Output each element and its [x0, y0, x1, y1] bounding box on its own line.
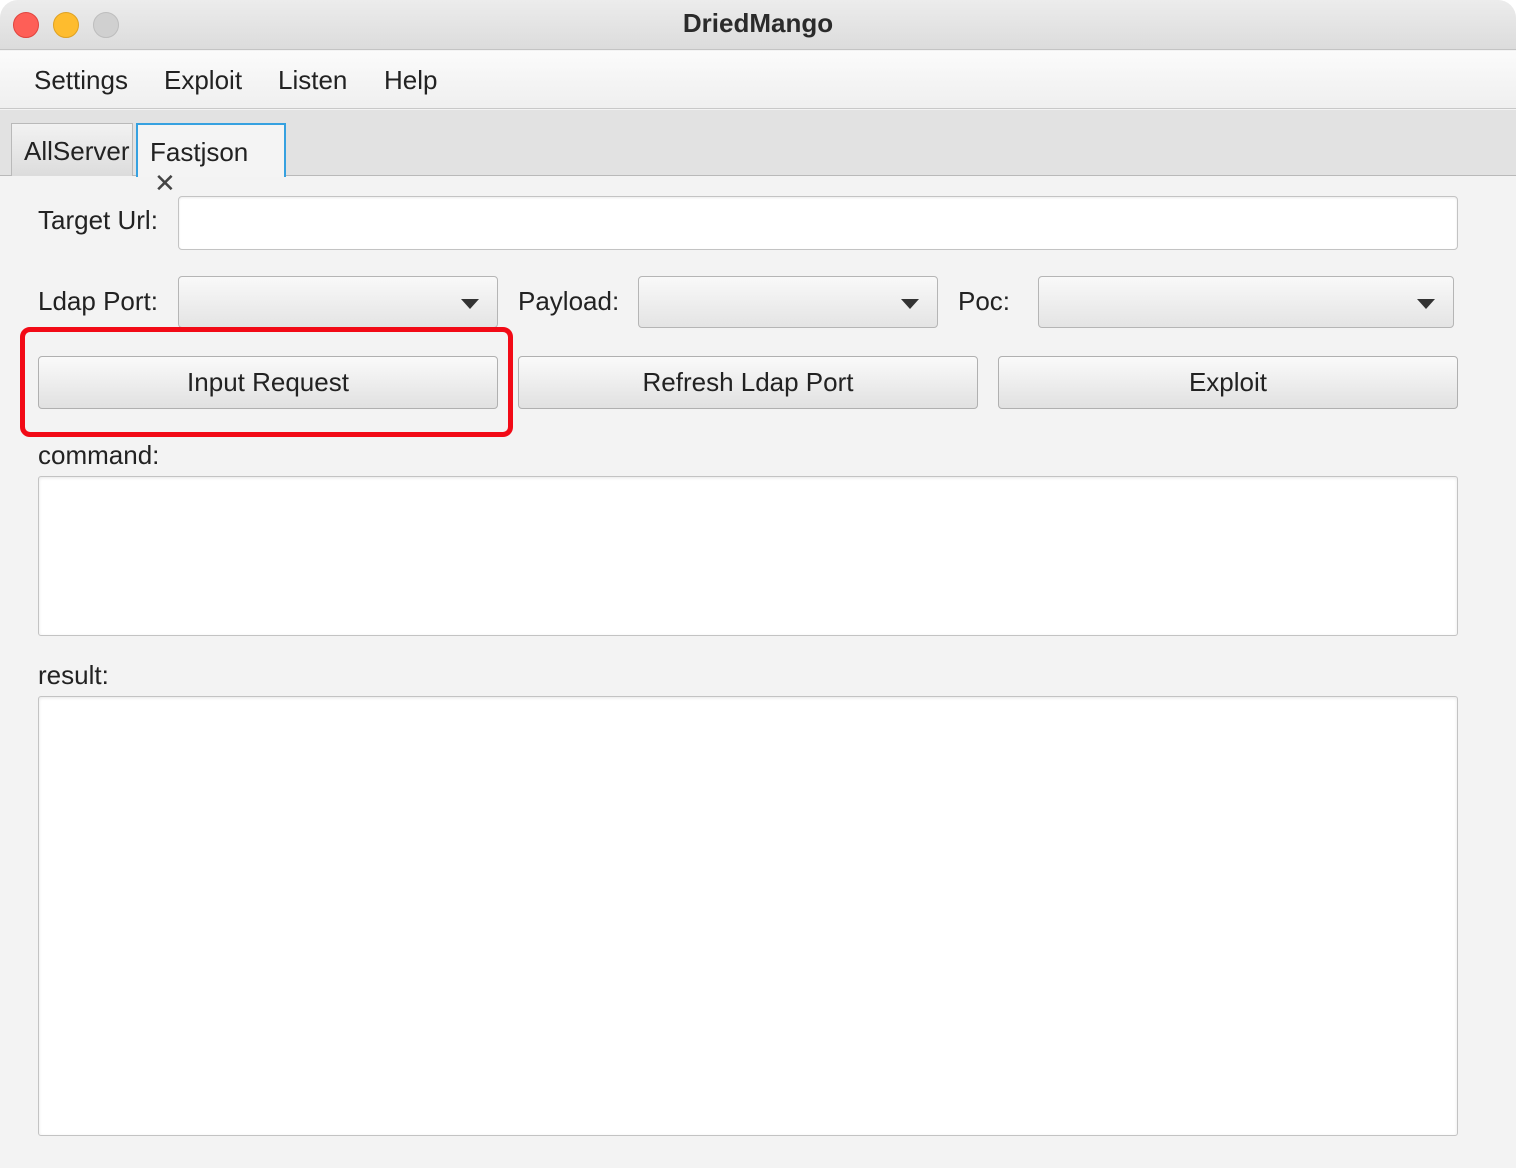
- tab-bar: AllServer Fastjson✕: [0, 110, 1516, 198]
- tab-allserver[interactable]: AllServer: [11, 123, 133, 176]
- app-window: DriedMango Settings Exploit Listen Help …: [0, 0, 1516, 1168]
- command-textarea[interactable]: [38, 476, 1458, 636]
- title-bar: DriedMango: [0, 0, 1516, 50]
- close-tab-icon[interactable]: ✕: [154, 168, 176, 199]
- refresh-ldap-port-button[interactable]: Refresh Ldap Port: [518, 356, 978, 409]
- ldap-port-label: Ldap Port:: [38, 286, 158, 316]
- tab-allserver-label: AllServer: [24, 136, 130, 166]
- poc-label: Poc:: [958, 286, 1011, 316]
- highlight-annotation: [20, 327, 513, 437]
- target-url-label: Target Url:: [38, 205, 158, 235]
- tab-fastjson-label: Fastjson: [150, 137, 249, 167]
- payload-select[interactable]: [638, 276, 938, 328]
- tab-fastjson[interactable]: Fastjson✕: [136, 123, 286, 198]
- poc-select[interactable]: [1038, 276, 1454, 328]
- chevron-down-icon: [1417, 299, 1435, 309]
- menu-help[interactable]: Help: [384, 65, 437, 96]
- menu-exploit[interactable]: Exploit: [164, 65, 242, 96]
- menu-listen[interactable]: Listen: [278, 65, 347, 96]
- payload-label: Payload:: [518, 286, 620, 316]
- target-url-input[interactable]: [178, 196, 1458, 250]
- ldap-port-select[interactable]: [178, 276, 498, 328]
- menu-settings[interactable]: Settings: [34, 65, 128, 96]
- exploit-button[interactable]: Exploit: [998, 356, 1458, 409]
- command-label: command:: [38, 440, 160, 470]
- chevron-down-icon: [901, 299, 919, 309]
- window-title: DriedMango: [682, 8, 834, 38]
- result-textarea[interactable]: [38, 696, 1458, 1136]
- chevron-down-icon: [461, 299, 479, 309]
- menu-bar: Settings Exploit Listen Help: [0, 51, 1516, 109]
- result-label: result:: [38, 660, 109, 690]
